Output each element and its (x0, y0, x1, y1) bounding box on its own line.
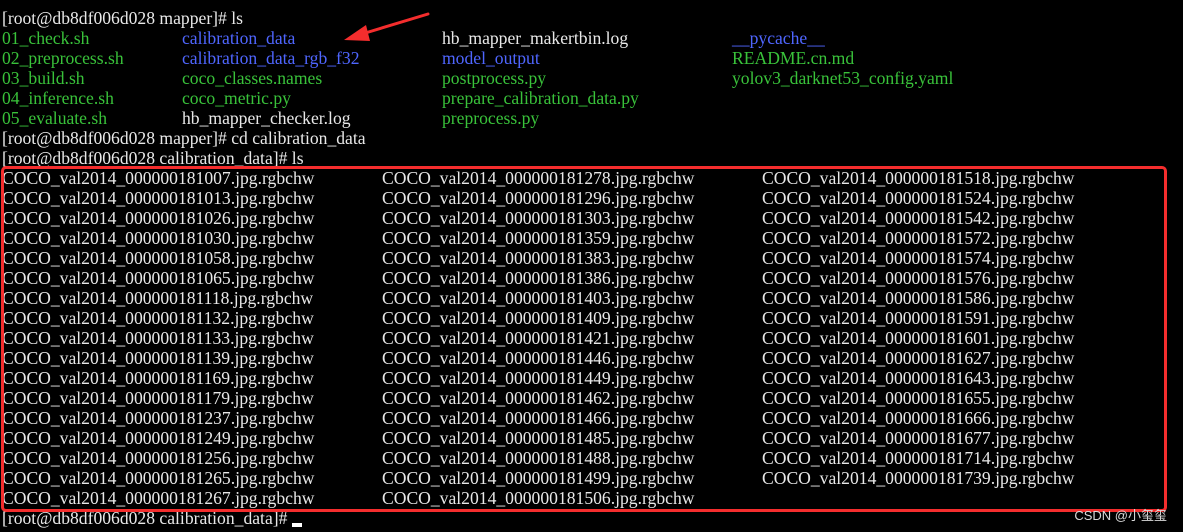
csdn-watermark: CSDN @小玺玺 (1074, 508, 1167, 523)
mapper-ls-listing: 01_check.sh calibration_data hb_mapper_mak… (2, 28, 1172, 128)
prompt-line: [root@db8df006d028 calibration_data]# ls (2, 148, 304, 168)
file-entry: postprocess.py (442, 68, 547, 88)
file-entry: coco_classes.names (182, 68, 323, 88)
file-entry: 01_check.sh (2, 28, 90, 48)
prompt-line: [root@db8df006d028 mapper]# cd calibrati… (2, 128, 366, 148)
terminal-cursor-icon (291, 523, 302, 527)
file-entry: model_output (442, 48, 540, 68)
prompt-line: [root@db8df006d028 mapper]# ls (2, 8, 243, 28)
file-entry: hb_mapper_makertbin.log (442, 28, 629, 48)
ls-row: 03_build.sh coco_classes.names postprocess… (2, 68, 1172, 88)
file-entry: prepare_calibration_data.py (442, 88, 639, 108)
file-entry: preprocess.py (442, 108, 540, 128)
file-entry: hb_mapper_checker.log (182, 108, 351, 128)
file-entry: README.cn.md (732, 48, 855, 68)
file-entry: calibration_data (182, 28, 296, 48)
annotation-arrow-icon (344, 12, 430, 41)
file-entry: 05_evaluate.sh (2, 108, 108, 128)
file-entry: yolov3_darknet53_config.yaml (732, 68, 954, 88)
annotation-highlight-box (1, 166, 1167, 512)
ls-row: 01_check.sh calibration_data hb_mapper_mak… (2, 28, 1172, 48)
file-entry: calibration_data_rgb_f32 (182, 48, 360, 68)
ls-row: 04_inference.sh coco_metric.py prepare_cal… (2, 88, 1172, 108)
file-entry: coco_metric.py (182, 88, 291, 108)
file-entry: __pycache__ (732, 28, 825, 48)
ls-row: 05_evaluate.sh hb_mapper_checker.log prepr… (2, 108, 1172, 128)
file-entry: 04_inference.sh (2, 88, 114, 108)
file-entry: 03_build.sh (2, 68, 85, 88)
ls-row: 02_preprocess.sh calibration_data_rgb_f32… (2, 48, 1172, 68)
file-entry: 02_preprocess.sh (2, 48, 124, 68)
